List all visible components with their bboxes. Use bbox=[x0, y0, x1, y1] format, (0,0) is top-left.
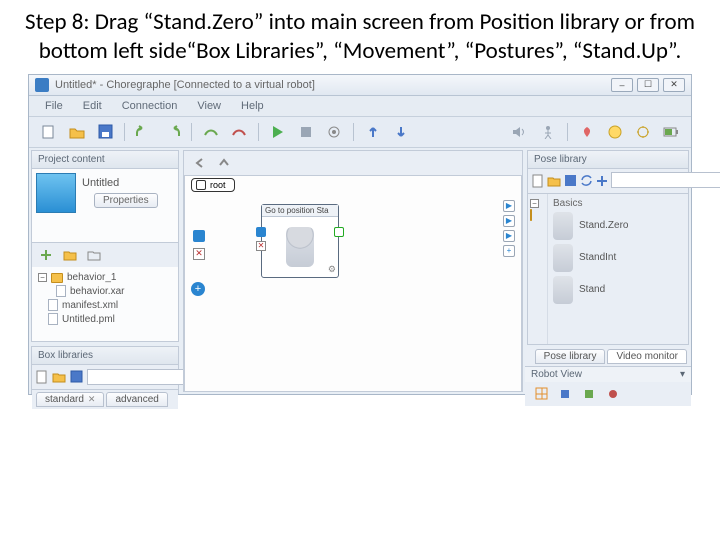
boxlib-header: Box libraries bbox=[32, 347, 178, 365]
poselib-refresh-button[interactable] bbox=[580, 172, 593, 190]
collapse-icon[interactable]: ▾ bbox=[680, 369, 685, 380]
titlebar: Untitled* - Choregraphe [Connected to a … bbox=[29, 75, 691, 96]
boxlib-tab-advanced[interactable]: advanced bbox=[106, 392, 167, 407]
box-title: Go to position Sta bbox=[262, 205, 338, 217]
input-start-port[interactable] bbox=[256, 227, 266, 237]
on-stopped-port[interactable]: ▶ bbox=[503, 230, 515, 242]
right-panel-tabs: Pose library Video monitor bbox=[525, 347, 691, 366]
rest-button[interactable] bbox=[603, 121, 627, 143]
poselib-save-button[interactable] bbox=[564, 172, 577, 190]
disconnect-button[interactable] bbox=[227, 121, 251, 143]
poselib-open-button[interactable] bbox=[547, 172, 561, 190]
open-project-button[interactable] bbox=[65, 121, 89, 143]
poselib-new-button[interactable] bbox=[532, 172, 544, 190]
add-output-button[interactable]: + bbox=[503, 245, 515, 257]
pose-item-stand[interactable]: Stand bbox=[551, 274, 685, 306]
flow-diagram-canvas[interactable]: root ✕ + Go to position Sta ✕ ⚙ bbox=[184, 176, 522, 391]
window-title: Untitled* - Choregraphe [Connected to a … bbox=[55, 79, 611, 91]
new-project-button[interactable] bbox=[37, 121, 61, 143]
poselib-search-input[interactable] bbox=[611, 172, 720, 188]
close-icon[interactable]: ✕ bbox=[88, 394, 96, 405]
minimize-button[interactable]: – bbox=[611, 78, 633, 92]
save-button[interactable] bbox=[93, 121, 117, 143]
boxlib-new-button[interactable] bbox=[36, 368, 48, 386]
project-cube-icon bbox=[36, 173, 76, 213]
on-start-port[interactable] bbox=[193, 230, 205, 242]
on-stopped-port[interactable]: ▶ bbox=[503, 200, 515, 212]
boxlib-open-button[interactable] bbox=[52, 368, 66, 386]
pose-item-standint[interactable]: StandInt bbox=[551, 242, 685, 274]
connect-button[interactable] bbox=[199, 121, 223, 143]
project-title: Untitled bbox=[82, 177, 174, 189]
add-input-button[interactable]: + bbox=[191, 282, 205, 296]
maximize-button[interactable]: ☐ bbox=[637, 78, 659, 92]
animation-mode-button[interactable] bbox=[536, 121, 560, 143]
pose-group-label[interactable]: Basics bbox=[551, 197, 685, 210]
add-file-button[interactable] bbox=[36, 246, 56, 264]
close-button[interactable]: ✕ bbox=[663, 78, 685, 92]
folder-icon bbox=[530, 209, 532, 221]
rv-grid-button[interactable] bbox=[531, 385, 551, 403]
slide-title: Step 8: Drag “Stand.Zero” into main scre… bbox=[0, 0, 720, 72]
project-tree[interactable]: −behavior_1 behavior.xar manifest.xml Un… bbox=[32, 267, 178, 341]
robot-view-header: Robot View ▾ bbox=[525, 366, 691, 382]
gear-icon[interactable]: ⚙ bbox=[328, 264, 336, 275]
diagram-up-button[interactable] bbox=[214, 154, 234, 172]
robot-icon bbox=[553, 212, 573, 240]
menu-help[interactable]: Help bbox=[233, 98, 272, 114]
file-icon bbox=[48, 313, 58, 325]
robot-icon bbox=[553, 244, 573, 272]
poselib-add-button[interactable] bbox=[596, 172, 608, 190]
undo-button[interactable] bbox=[132, 121, 156, 143]
boxlib-save-button[interactable] bbox=[70, 368, 83, 386]
pose-item-standzero[interactable]: Stand.Zero bbox=[551, 210, 685, 242]
behavior-box-standzero[interactable]: Go to position Sta ✕ ⚙ bbox=[261, 204, 339, 278]
tab-video-monitor[interactable]: Video monitor bbox=[607, 349, 687, 364]
main-toolbar bbox=[29, 117, 691, 148]
battery-icon bbox=[659, 121, 683, 143]
rv-record-button[interactable] bbox=[603, 385, 623, 403]
rv-cube2-button[interactable] bbox=[579, 385, 599, 403]
stop-button[interactable] bbox=[294, 121, 318, 143]
output-port[interactable] bbox=[334, 227, 344, 237]
wake-button[interactable] bbox=[631, 121, 655, 143]
file-icon bbox=[48, 299, 58, 311]
choregraphe-window: Untitled* - Choregraphe [Connected to a … bbox=[28, 74, 692, 395]
download-button[interactable] bbox=[389, 121, 413, 143]
project-panel-header: Project content bbox=[32, 151, 178, 169]
app-icon bbox=[35, 78, 49, 92]
properties-button[interactable]: Properties bbox=[94, 193, 158, 208]
menu-edit[interactable]: Edit bbox=[75, 98, 110, 114]
menubar: File Edit Connection View Help bbox=[29, 96, 691, 117]
robot-icon bbox=[553, 276, 573, 304]
input-stop-port[interactable]: ✕ bbox=[256, 241, 266, 251]
menu-file[interactable]: File bbox=[37, 98, 71, 114]
redo-button[interactable] bbox=[160, 121, 184, 143]
rv-cube-button[interactable] bbox=[555, 385, 575, 403]
diagram-back-button[interactable] bbox=[190, 154, 210, 172]
play-button[interactable] bbox=[266, 121, 290, 143]
new-folder-button[interactable] bbox=[84, 246, 104, 264]
tab-pose-library[interactable]: Pose library bbox=[535, 349, 606, 364]
on-stopped-port[interactable]: ▶ bbox=[503, 215, 515, 227]
folder-icon bbox=[51, 273, 63, 283]
file-icon bbox=[56, 285, 66, 297]
volume-button[interactable] bbox=[508, 121, 532, 143]
upload-button[interactable] bbox=[361, 121, 385, 143]
menu-connection[interactable]: Connection bbox=[114, 98, 186, 114]
on-stop-port[interactable]: ✕ bbox=[193, 248, 205, 260]
menu-view[interactable]: View bbox=[189, 98, 229, 114]
breadcrumb-root[interactable]: root bbox=[191, 178, 235, 192]
boxlib-tab-standard[interactable]: standard✕ bbox=[36, 392, 104, 407]
robot-icon bbox=[286, 227, 314, 267]
debug-button[interactable] bbox=[322, 121, 346, 143]
import-button[interactable] bbox=[60, 246, 80, 264]
poselib-header: Pose library bbox=[528, 151, 688, 169]
poselib-tree-groups[interactable]: − bbox=[528, 194, 548, 344]
life-button[interactable] bbox=[575, 121, 599, 143]
